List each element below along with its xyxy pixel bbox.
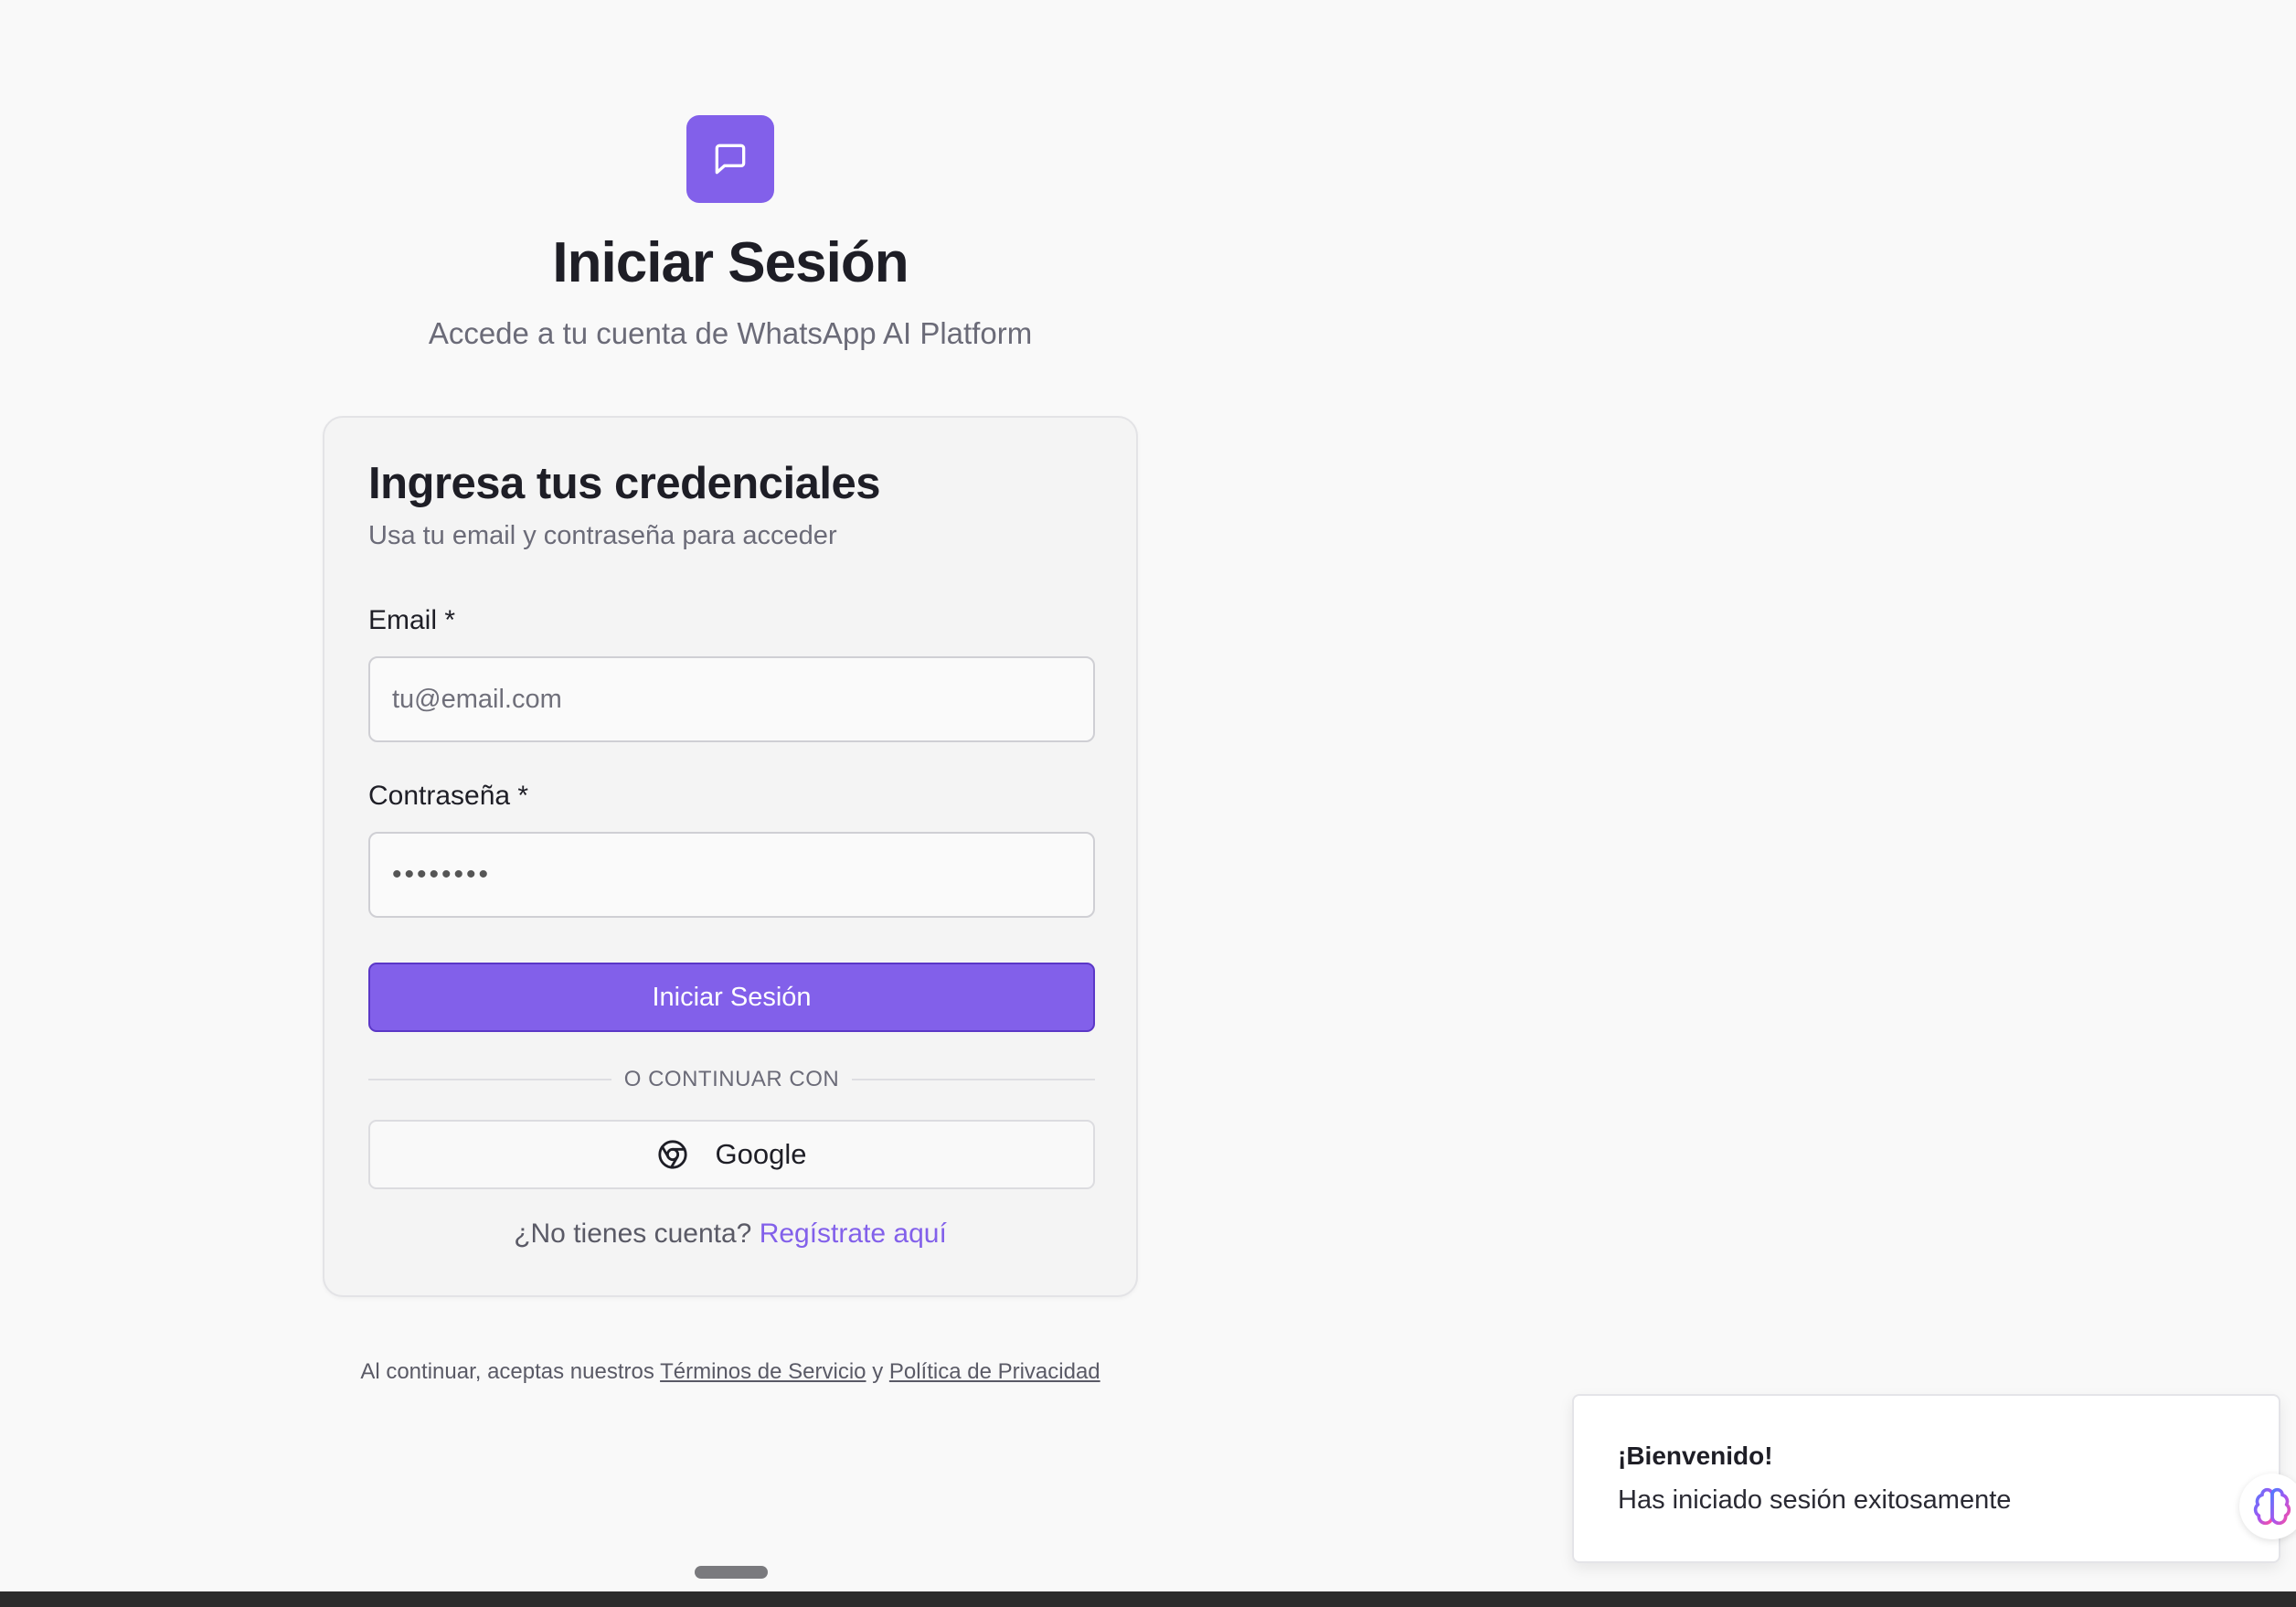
legal-conjunction: y bbox=[872, 1359, 884, 1384]
divider-line-left bbox=[368, 1079, 611, 1080]
app-logo bbox=[686, 115, 774, 203]
privacy-link[interactable]: Política de Privacidad bbox=[889, 1359, 1100, 1384]
page-title: Iniciar Sesión bbox=[552, 231, 909, 294]
password-label: Contraseña * bbox=[368, 781, 529, 811]
signup-prompt: ¿No tienes cuenta? Regístrate aquí bbox=[324, 1219, 1136, 1250]
signup-link[interactable]: Regístrate aquí bbox=[760, 1219, 947, 1249]
card-subtitle: Usa tu email y contraseña para acceder bbox=[368, 521, 837, 550]
scroll-handle[interactable] bbox=[695, 1566, 768, 1579]
ai-assistant-button[interactable] bbox=[2239, 1474, 2296, 1539]
google-login-button[interactable]: Google bbox=[368, 1120, 1095, 1189]
divider-text: O CONTINUAR CON bbox=[623, 1067, 840, 1091]
divider: O CONTINUAR CON bbox=[368, 1063, 1095, 1096]
login-card: Ingresa tus credenciales Usa tu email y … bbox=[323, 416, 1138, 1297]
toast-title: ¡Bienvenido! bbox=[1618, 1442, 1773, 1470]
legal-prefix: Al continuar, aceptas nuestros bbox=[360, 1359, 654, 1384]
terms-link[interactable]: Términos de Servicio bbox=[660, 1359, 866, 1384]
password-input[interactable] bbox=[368, 832, 1095, 918]
email-label: Email * bbox=[368, 605, 456, 635]
page-subtitle: Accede a tu cuenta de WhatsApp AI Platfo… bbox=[428, 316, 1033, 350]
email-input[interactable] bbox=[368, 656, 1095, 742]
bottom-bar bbox=[0, 1591, 2296, 1607]
toast-message: Has iniciado sesión exitosamente bbox=[1618, 1485, 2012, 1515]
login-button[interactable]: Iniciar Sesión bbox=[368, 963, 1095, 1032]
divider-line-right bbox=[852, 1079, 1095, 1080]
chrome-icon bbox=[657, 1139, 688, 1170]
card-title: Ingresa tus credenciales bbox=[368, 459, 880, 508]
brain-icon bbox=[2253, 1487, 2291, 1526]
message-square-icon bbox=[715, 144, 746, 175]
signup-text: ¿No tienes cuenta? bbox=[514, 1219, 752, 1249]
legal-notice: Al continuar, aceptas nuestros Términos … bbox=[0, 1359, 1461, 1385]
google-button-label: Google bbox=[715, 1138, 807, 1170]
success-toast: ¡Bienvenido! Has iniciado sesión exitosa… bbox=[1572, 1394, 2280, 1563]
